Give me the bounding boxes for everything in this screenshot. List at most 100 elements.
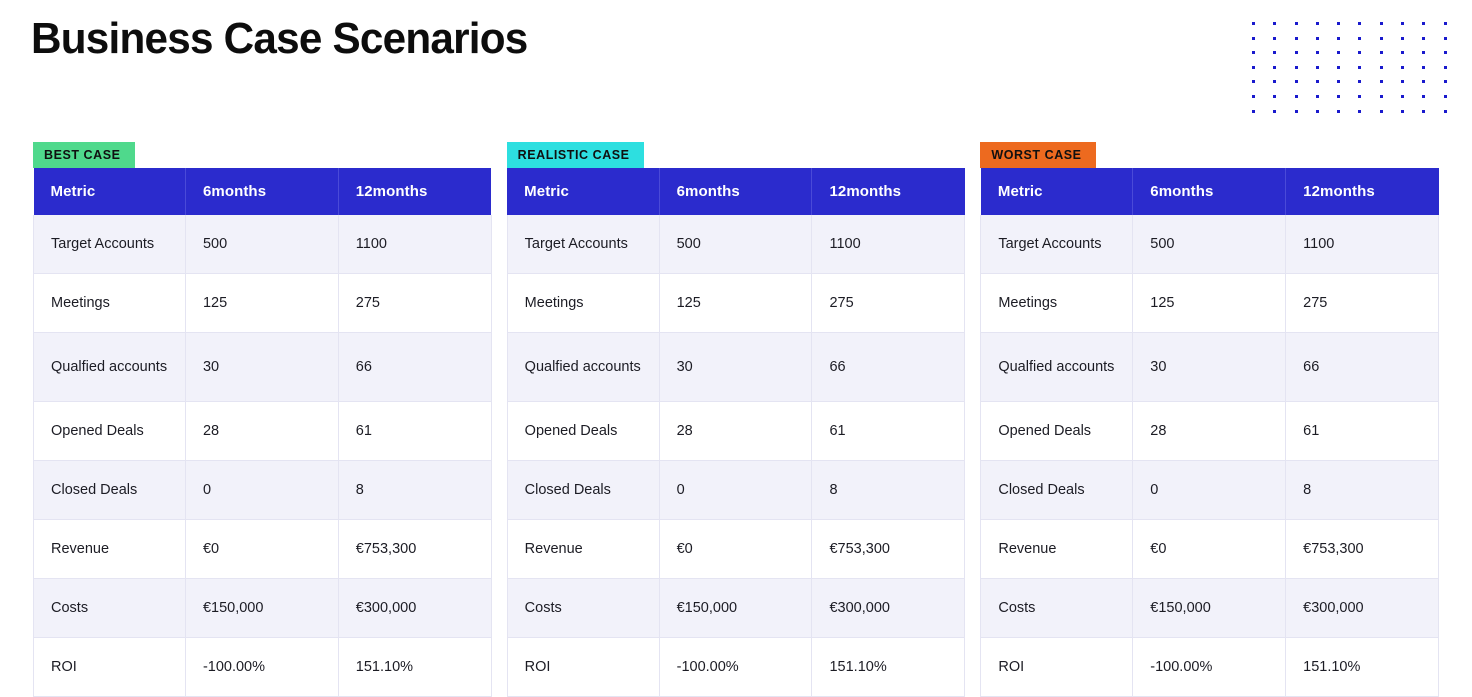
cell-m12: €300,000	[338, 578, 492, 638]
cell-m6: -100.00%	[1132, 637, 1287, 697]
cell-metric: Meetings	[506, 273, 660, 333]
dot	[1422, 36, 1426, 40]
dot	[1443, 36, 1447, 40]
dot	[1379, 36, 1383, 40]
cell-m12: 8	[338, 460, 492, 520]
dot	[1401, 65, 1405, 69]
cell-m12: 8	[811, 460, 966, 520]
cell-metric: Revenue	[506, 519, 660, 579]
dot	[1273, 109, 1277, 113]
case-block-1: BEST CASE Metric 6months 12months Target Acc…	[33, 142, 492, 697]
cell-metric: Closed Deals	[980, 460, 1134, 520]
dot	[1273, 65, 1277, 69]
dot	[1315, 36, 1319, 40]
cell-m12: 61	[811, 401, 966, 461]
cell-m12: 151.10%	[338, 637, 492, 697]
dot	[1294, 65, 1298, 69]
table-header-row: Metric 6months 12months	[33, 168, 492, 215]
cell-m12: €300,000	[1285, 578, 1440, 638]
cell-m6: 30	[185, 332, 339, 402]
cell-m12: 275	[338, 273, 492, 333]
dot	[1337, 36, 1341, 40]
table-header-row: Metric 6months 12months	[507, 168, 965, 215]
case-block-2: REALISTIC CASE Metric 6months 12months Targe…	[506, 142, 966, 697]
cell-metric: Revenue	[33, 519, 186, 579]
cell-metric: Costs	[980, 578, 1134, 638]
cell-m6: 0	[659, 460, 813, 520]
cell-m6: €150,000	[659, 578, 813, 638]
dot	[1379, 22, 1383, 25]
dot	[1273, 51, 1277, 55]
cell-m6: -100.00%	[659, 637, 813, 697]
cell-metric: Target Accounts	[33, 215, 186, 274]
table-row: ROI -100.00% 151.10%	[980, 637, 1440, 697]
case-badge: WORST CASE	[980, 142, 1096, 168]
table-row: Target Accounts 500 1100	[980, 215, 1440, 274]
dot	[1337, 109, 1341, 113]
dot	[1294, 36, 1298, 40]
case-table: Metric 6months 12months Target Accounts 500 1…	[506, 168, 966, 697]
dot	[1443, 22, 1447, 25]
cell-metric: Closed Deals	[33, 460, 186, 520]
table-row: Qualfied accounts 30 66	[506, 332, 966, 402]
table-row: Opened Deals 28 61	[980, 401, 1440, 461]
dot	[1337, 51, 1341, 55]
cell-m6: €0	[659, 519, 813, 579]
cell-m12: 66	[811, 332, 966, 402]
dot	[1443, 94, 1447, 98]
dot	[1401, 80, 1405, 84]
dot	[1315, 51, 1319, 55]
dot	[1315, 65, 1319, 69]
cell-m6: 500	[1132, 215, 1287, 274]
cell-metric: ROI	[506, 637, 660, 697]
cell-m6: -100.00%	[185, 637, 339, 697]
cell-m6: €0	[185, 519, 339, 579]
cell-m6: 125	[659, 273, 813, 333]
dot	[1422, 51, 1426, 55]
dot	[1443, 80, 1447, 84]
column-header-m6: 6months	[185, 168, 339, 215]
dot	[1273, 36, 1277, 40]
table-row: Target Accounts 500 1100	[33, 215, 492, 274]
dot	[1252, 109, 1255, 113]
dot-grid-icon	[1252, 22, 1465, 124]
cell-m12: 66	[1285, 332, 1440, 402]
dot	[1358, 51, 1362, 55]
table-row: Opened Deals 28 61	[33, 401, 492, 461]
cell-m12: 275	[1285, 273, 1440, 333]
case-badge: BEST CASE	[33, 142, 135, 168]
table-row: Revenue €0 €753,300	[980, 519, 1440, 579]
cell-metric: Costs	[506, 578, 660, 638]
cell-m12: €300,000	[811, 578, 966, 638]
dot	[1294, 22, 1298, 25]
cell-metric: Costs	[33, 578, 186, 638]
case-badge: REALISTIC CASE	[506, 142, 644, 168]
dot	[1379, 80, 1383, 84]
table-row: Closed Deals 0 8	[506, 460, 966, 520]
dot	[1252, 22, 1255, 25]
table-row: Meetings 125 275	[33, 273, 492, 333]
cell-m6: 0	[1132, 460, 1287, 520]
cell-metric: Opened Deals	[506, 401, 660, 461]
cell-m12: €753,300	[338, 519, 492, 579]
cell-metric: Qualfied accounts	[33, 332, 186, 402]
dot	[1401, 109, 1405, 113]
dot	[1422, 65, 1426, 69]
table-row: Revenue €0 €753,300	[506, 519, 966, 579]
cell-m6: 28	[1132, 401, 1287, 461]
column-header-m12: 12months	[1285, 168, 1439, 215]
table-row: Closed Deals 0 8	[980, 460, 1440, 520]
dot	[1315, 94, 1319, 98]
cell-m6: 30	[1132, 332, 1287, 402]
dot	[1401, 36, 1405, 40]
dot	[1358, 22, 1362, 25]
table-row: Costs €150,000 €300,000	[33, 578, 492, 638]
dot	[1252, 94, 1255, 98]
cell-metric: Target Accounts	[980, 215, 1134, 274]
cell-metric: Target Accounts	[506, 215, 660, 274]
dot	[1294, 51, 1298, 55]
dot	[1443, 51, 1447, 55]
dot	[1337, 80, 1341, 84]
dot	[1273, 80, 1277, 84]
cell-metric: Qualfied accounts	[506, 332, 660, 402]
